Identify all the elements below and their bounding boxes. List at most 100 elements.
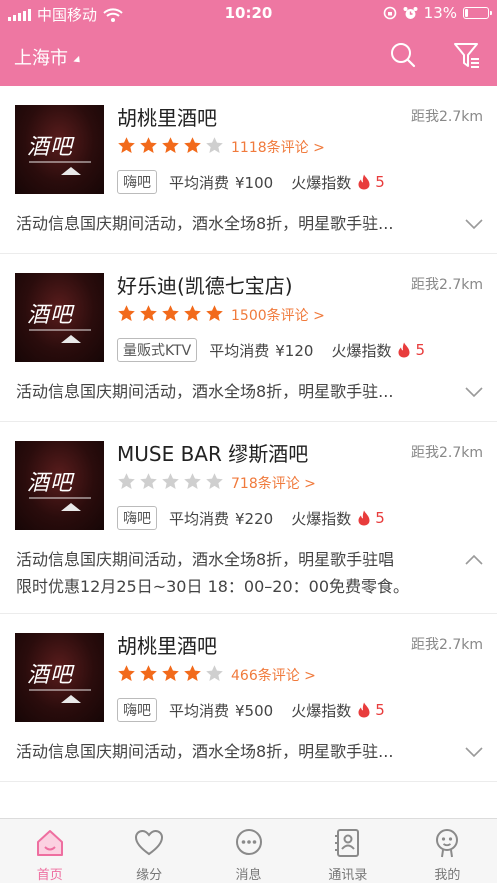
hot-index-value: 5 <box>375 509 385 527</box>
star-empty-icon <box>118 473 135 489</box>
star-rating <box>117 304 224 323</box>
star-filled-icon <box>162 665 179 681</box>
star-filled-icon <box>184 665 201 681</box>
review-count-link[interactable]: 718条评论 > <box>231 473 316 493</box>
battery-icon <box>463 7 492 19</box>
average-spend: 平均消费 ¥500 <box>169 700 273 721</box>
star-empty-icon <box>162 473 179 489</box>
venue-image-divider <box>29 689 91 691</box>
venue-name[interactable]: 胡桃里酒吧 <box>117 102 217 131</box>
search-icon[interactable] <box>388 40 418 70</box>
star-rating <box>117 664 224 683</box>
city-selector[interactable]: 上海市 <box>14 44 83 70</box>
tab-heart[interactable]: 缘分 <box>99 819 198 883</box>
venue-name[interactable]: MUSE BAR 缪斯酒吧 <box>117 438 308 467</box>
flame-icon <box>358 702 370 718</box>
battery-percent: 13% <box>423 4 457 22</box>
chevron-down-icon[interactable] <box>465 386 483 398</box>
star-empty-icon <box>206 473 223 489</box>
star-filled-icon <box>140 305 157 321</box>
venue-type-badge: 量贩式KTV <box>117 338 198 362</box>
venue-meta: 嗨吧 平均消费 ¥100 火爆指数 5 <box>117 170 385 194</box>
tab-chat-bubble[interactable]: 消息 <box>199 819 298 883</box>
venue-image-caption: 酒吧 <box>27 663 74 688</box>
review-count-link[interactable]: 466条评论 > <box>231 665 316 685</box>
venue-card[interactable]: 酒吧 胡桃里酒吧 距我2.7km 1118条评论 > 嗨吧 平均消费 ¥100 火爆指数 5 活动… <box>0 86 497 254</box>
venue-card[interactable]: 酒吧 好乐迪(凯德七宝店) 距我2.7km 1500条评论 > 量贩式KTV 平均消费 ¥1… <box>0 254 497 422</box>
venue-name[interactable]: 好乐迪(凯德七宝店) <box>117 270 293 299</box>
activity-info: 活动信息国庆期间活动，酒水全场8折，明星歌手驻... <box>16 214 394 233</box>
status-bar: 中国移动 10:20 13% <box>0 0 497 28</box>
star-filled-icon <box>140 665 157 681</box>
average-spend-label: 平均消费 <box>169 173 230 192</box>
flame-icon <box>358 174 370 190</box>
star-empty-icon <box>140 473 157 489</box>
average-spend: 平均消费 ¥100 <box>169 172 273 193</box>
average-spend: 平均消费 ¥120 <box>209 340 313 361</box>
star-empty-icon <box>206 137 223 153</box>
chevron-up-icon[interactable] <box>465 554 483 566</box>
hot-index-value: 5 <box>375 701 385 719</box>
tab-label: 首页 <box>36 868 63 883</box>
venue-image[interactable]: 酒吧 <box>15 105 104 194</box>
nav-bar: 上海市 <box>0 28 497 86</box>
star-filled-icon <box>140 137 157 153</box>
home-icon <box>36 830 63 856</box>
average-spend: 平均消费 ¥220 <box>169 508 273 529</box>
review-count-link[interactable]: 1500条评论 > <box>231 305 325 325</box>
venue-distance: 距我2.7km <box>410 445 483 461</box>
venue-meta: 量贩式KTV 平均消费 ¥120 火爆指数 5 <box>117 338 425 362</box>
hot-index-value: 5 <box>375 173 385 191</box>
city-label: 上海市 <box>14 48 68 69</box>
venue-type-badge: 嗨吧 <box>117 698 157 722</box>
star-empty-icon <box>206 665 223 681</box>
review-count-link[interactable]: 1118条评论 > <box>231 137 325 157</box>
venue-image-caption: 酒吧 <box>27 471 74 496</box>
tab-profile-face[interactable]: 我的 <box>398 819 497 883</box>
star-filled-icon <box>118 137 135 153</box>
cocktail-glass-icon <box>61 335 81 343</box>
venue-type-badge: 嗨吧 <box>117 506 157 530</box>
cocktail-glass-icon <box>61 167 81 175</box>
average-spend-value: ¥100 <box>235 173 274 192</box>
venue-distance: 距我2.7km <box>410 277 483 293</box>
average-spend-label: 平均消费 <box>169 509 230 528</box>
venue-card[interactable]: 酒吧 胡桃里酒吧 距我2.7km 466条评论 > 嗨吧 平均消费 ¥500 火爆指数 5 活动信… <box>0 614 497 782</box>
venue-image-caption: 酒吧 <box>27 303 74 328</box>
star-filled-icon <box>162 305 179 321</box>
star-filled-icon <box>184 305 201 321</box>
cocktail-glass-icon <box>61 695 81 703</box>
venue-name[interactable]: 胡桃里酒吧 <box>117 630 217 659</box>
venue-distance: 距我2.7km <box>410 109 483 125</box>
flame-icon <box>358 510 370 526</box>
tab-label: 通讯录 <box>328 868 368 883</box>
caret-down-icon <box>73 55 83 65</box>
average-spend-label: 平均消费 <box>169 701 230 720</box>
profile-face-icon <box>436 829 459 858</box>
hot-index-label: 火爆指数 <box>291 509 352 528</box>
tab-home[interactable]: 首页 <box>0 819 99 883</box>
flame-icon <box>398 342 410 358</box>
average-spend-value: ¥500 <box>235 701 274 720</box>
filter-icon[interactable] <box>452 40 482 70</box>
venue-image[interactable]: 酒吧 <box>15 441 104 530</box>
average-spend-label: 平均消费 <box>209 341 270 360</box>
venue-card[interactable]: 酒吧 MUSE BAR 缪斯酒吧 距我2.7km 718条评论 > 嗨吧 平均消费 ¥220… <box>0 422 497 614</box>
tab-label: 我的 <box>434 868 461 883</box>
star-filled-icon <box>206 305 223 321</box>
venue-list: 酒吧 胡桃里酒吧 距我2.7km 1118条评论 > 嗨吧 平均消费 ¥100 火爆指数 5 活动… <box>0 86 497 782</box>
venue-image[interactable]: 酒吧 <box>15 273 104 362</box>
star-filled-icon <box>184 137 201 153</box>
hot-index-label: 火爆指数 <box>331 341 392 360</box>
star-filled-icon <box>118 665 135 681</box>
chevron-down-icon[interactable] <box>465 746 483 758</box>
star-empty-icon <box>184 473 201 489</box>
rotation-lock-icon <box>383 6 396 20</box>
tab-contacts-book[interactable]: 通讯录 <box>298 819 397 883</box>
heart-icon <box>135 829 164 856</box>
venue-image[interactable]: 酒吧 <box>15 633 104 722</box>
alarm-icon <box>403 6 418 19</box>
venue-image-caption: 酒吧 <box>27 135 74 160</box>
venue-distance: 距我2.7km <box>410 637 483 653</box>
chevron-down-icon[interactable] <box>465 218 483 230</box>
